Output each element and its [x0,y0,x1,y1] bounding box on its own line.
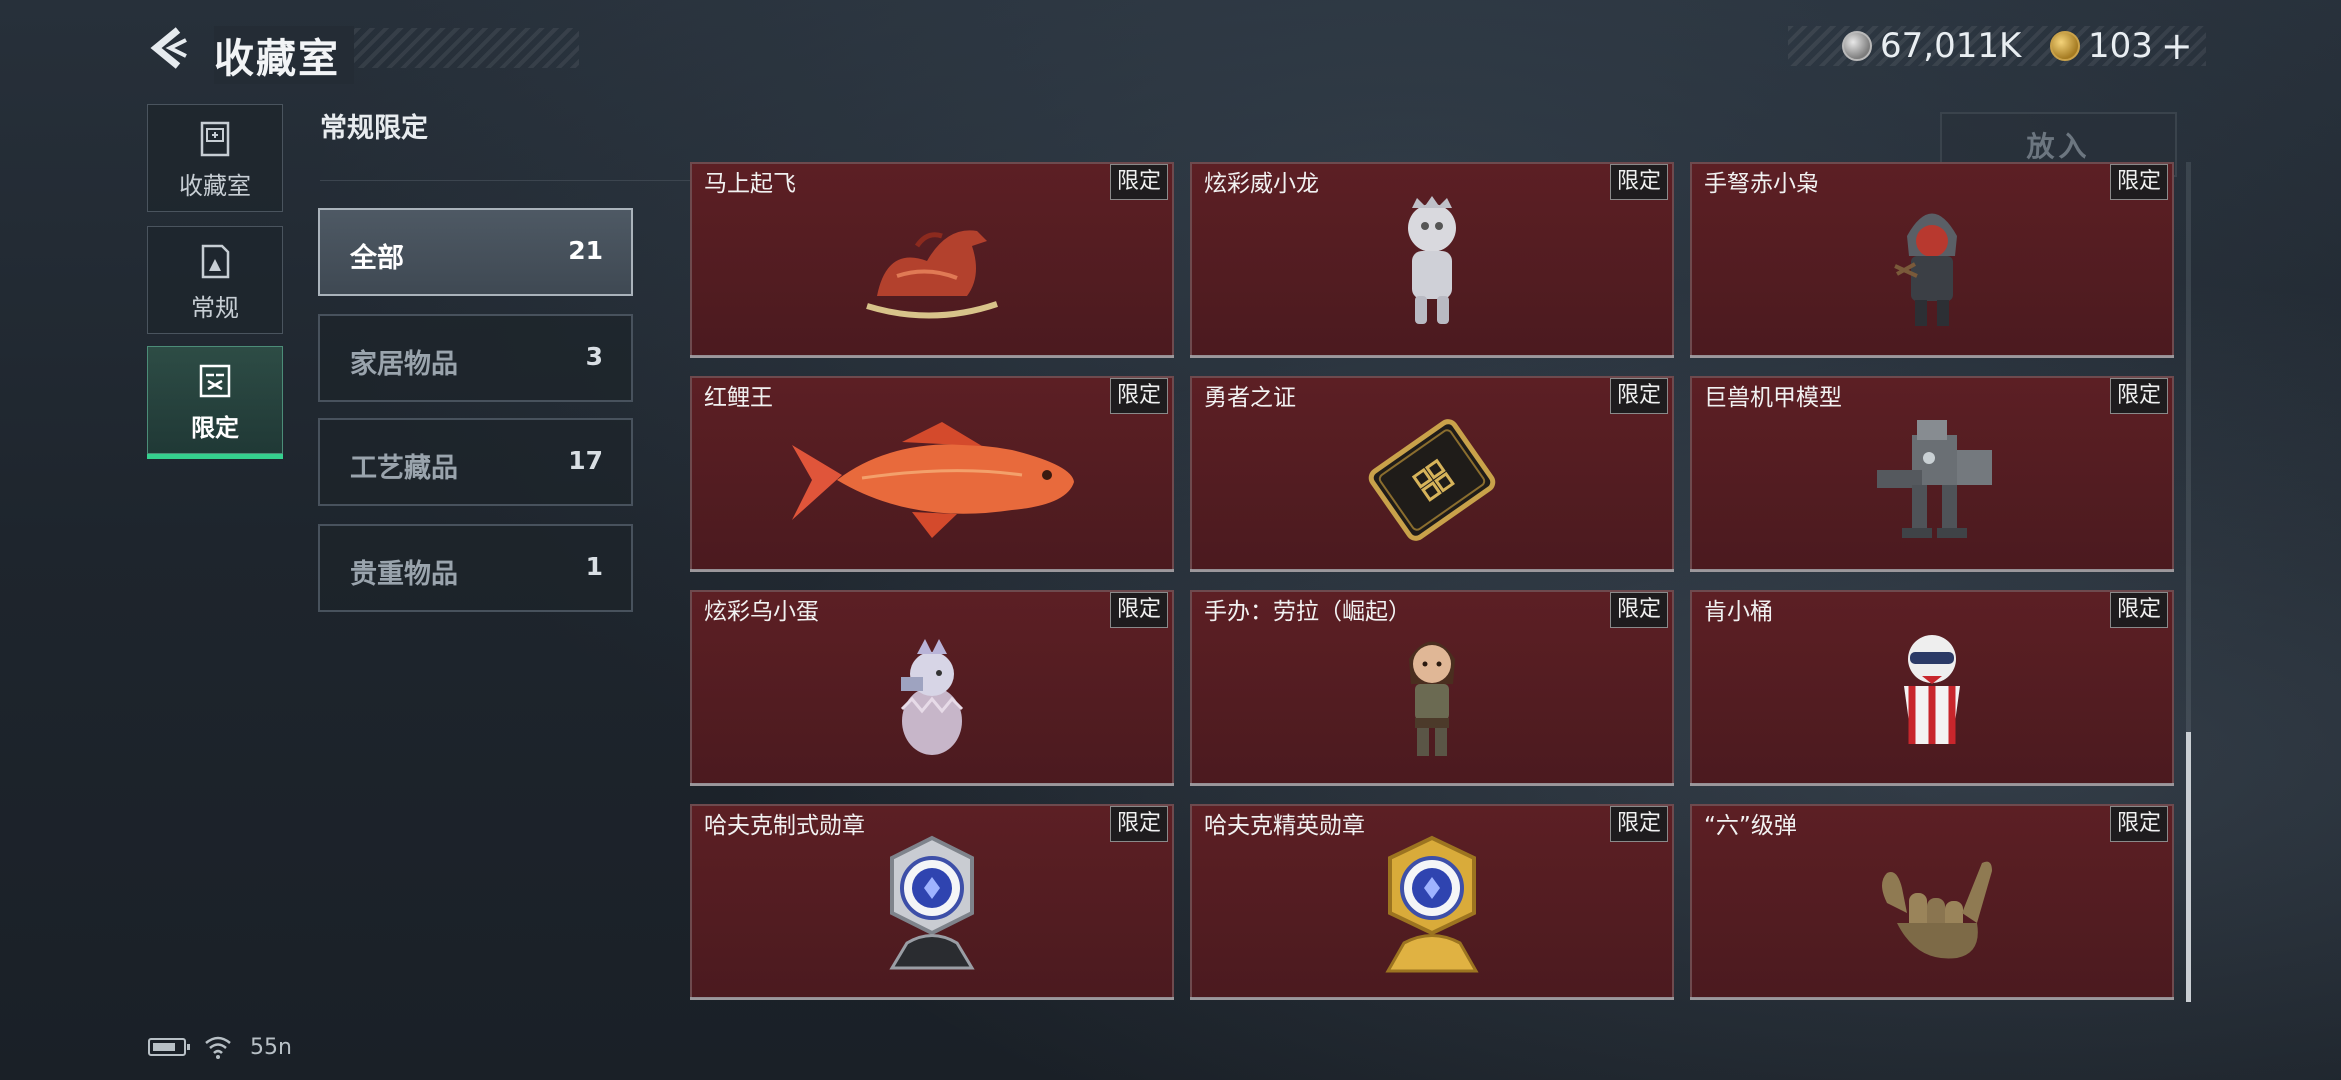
item-grid: 马上起飞 限定 炫彩威小龙 限定 手弩赤小枭 限定 红鲤王 限定 勇者之证 限定… [688,162,2182,1010]
gold-currency[interactable]: 103 + [2050,24,2193,68]
hooded-figure-icon [1894,213,1957,326]
item-card[interactable]: 马上起飞 限定 [690,162,1174,358]
wifi-icon [205,1036,231,1059]
gold-medal-icon [1385,835,1479,973]
item-card[interactable]: 手办：劳拉（崛起） 限定 [1190,590,1674,786]
category-craft[interactable]: 工艺藏品 17 [318,418,633,506]
item-art [1192,612,1672,776]
item-art [1192,398,1672,562]
sidebar-item-limited[interactable]: 限定 [147,346,283,459]
category-count: 17 [568,446,603,475]
category-count: 21 [568,236,603,265]
egg-figure-icon [900,639,964,755]
sidebar-item-label: 常规 [191,294,239,322]
scrollbar[interactable] [2186,162,2191,1002]
item-art [692,612,1172,776]
category-name: 工艺藏品 [350,453,458,484]
category-count: 3 [585,342,603,371]
category-count: 1 [585,552,603,581]
scrollbar-thumb[interactable] [2186,732,2191,1002]
lara-figure-icon [1409,641,1455,756]
divider [320,180,690,181]
item-art [1692,398,2172,562]
item-card[interactable]: 红鲤王 限定 [690,376,1174,572]
item-card[interactable]: 勇者之证 限定 [1190,376,1674,572]
category-valuables[interactable]: 贵重物品 1 [318,524,633,612]
item-card[interactable]: 炫彩威小龙 限定 [1190,162,1674,358]
sidebar-item-vault[interactable]: 收藏室 [147,104,283,212]
item-art [1192,184,1672,348]
card-icon [1368,419,1496,541]
category-name: 全部 [350,243,404,274]
item-art [692,398,1172,562]
item-card[interactable]: 肯小桶 限定 [1690,590,2174,786]
item-art [692,184,1172,348]
signal-text: 55n [250,1034,292,1060]
category-all[interactable]: 全部 21 [318,208,633,296]
item-card[interactable]: 哈夫克精英勋章 限定 [1190,804,1674,1000]
category-name: 贵重物品 [350,559,458,590]
top-bar: 收藏室 67,011K 103 + [0,0,2341,100]
red-carp-icon [792,422,1074,538]
vault-icon [200,121,230,157]
bucket-figure-icon [1904,635,1960,744]
item-card[interactable]: 炫彩乌小蛋 限定 [690,590,1174,786]
rocking-horse-icon [866,230,998,319]
item-card[interactable]: “六”级弹 限定 [1690,804,2174,1000]
limited-icon [199,364,231,398]
category-home[interactable]: 家居物品 3 [318,314,633,402]
page-title: 收藏室 [214,26,354,84]
item-card[interactable]: 手弩赤小枭 限定 [1690,162,2174,358]
item-art [1192,826,1672,990]
category-name: 家居物品 [350,349,458,380]
add-currency-button[interactable]: + [2161,24,2193,68]
currency-bar: 67,011K 103 + [1788,24,2206,68]
title-area: 收藏室 [214,26,579,84]
dragon-figure-icon [1408,196,1456,324]
silver-amount: 67,011K [1880,26,2022,66]
back-button[interactable] [148,26,192,70]
gold-coin-icon [2050,31,2080,61]
battery-icon [148,1038,190,1056]
sidebar-item-regular[interactable]: 常规 [147,226,283,334]
item-art [1692,612,2172,776]
item-art [1692,184,2172,348]
hand-gesture-icon [1882,861,1992,959]
item-art [1692,826,2172,990]
mech-icon [1877,420,1992,538]
status-bar: 55n [148,1030,292,1064]
item-art [692,826,1172,990]
gold-amount: 103 [2088,26,2153,66]
section-label: 常规限定 [320,113,428,144]
item-card[interactable]: 巨兽机甲模型 限定 [1690,376,2174,572]
sidebar-item-label: 限定 [191,414,239,442]
silver-coin-icon [1842,31,1872,61]
back-arrow-icon [150,27,187,69]
silver-medal-icon [889,835,975,970]
silver-currency: 67,011K [1842,26,2021,66]
sidebar-item-label: 收藏室 [179,172,251,200]
item-card[interactable]: 哈夫克制式勋章 限定 [690,804,1174,1000]
document-icon [201,244,230,279]
